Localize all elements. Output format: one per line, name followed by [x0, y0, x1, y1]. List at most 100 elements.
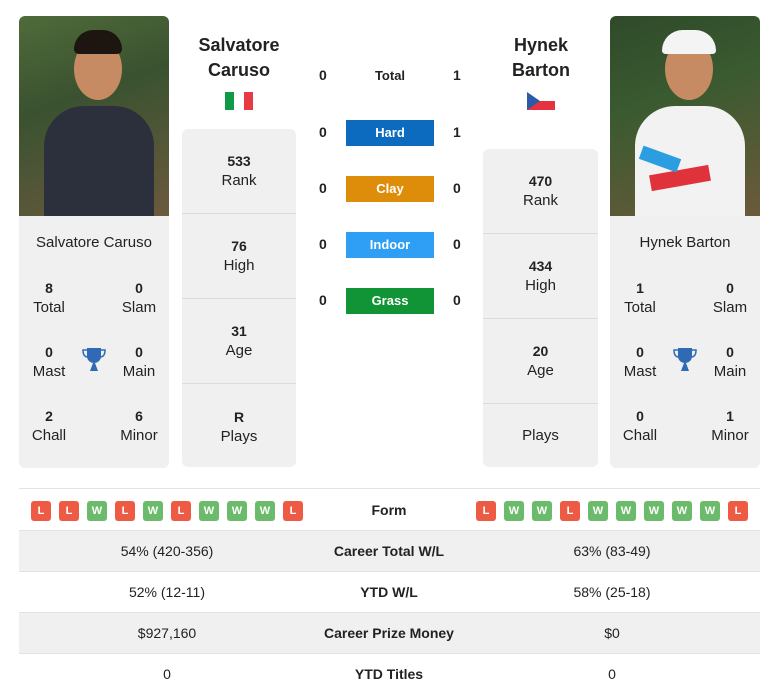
trophy-icon [82, 348, 106, 371]
h2h-total-row: 0 Total 1 [310, 63, 470, 89]
player2-rank-value: 470 [528, 173, 553, 189]
plays-label: Plays [522, 426, 559, 444]
h2h-right-value: 0 [453, 292, 461, 308]
stat-label: YTD W/L [360, 584, 418, 600]
rank-label: Rank [522, 192, 559, 209]
italy-flag-icon [225, 92, 253, 110]
form-loss-badge[interactable]: L [59, 501, 79, 521]
trophy-icon [673, 348, 697, 371]
h2h-right-value: 1 [453, 124, 461, 140]
player1-age: 31 Age [182, 299, 296, 384]
player2-first-name: Hynek [513, 35, 569, 55]
rank-label: Rank [221, 172, 257, 189]
age-label: Age [527, 362, 554, 379]
stat-right-value: $0 [604, 625, 620, 641]
form-win-badge[interactable]: W [87, 501, 107, 521]
player1-high: 76 High [182, 214, 296, 299]
player2-high-value: 434 [528, 258, 553, 274]
player1-plays: R Plays [182, 384, 296, 469]
player1-name-heading[interactable]: Salvatore Caruso [179, 33, 299, 83]
player1-age-value: 31 [231, 323, 247, 339]
player1-rank-value: 533 [227, 153, 251, 169]
stat-row-ytd-titles: 0 YTD Titles 0 [19, 653, 760, 694]
form-loss-badge[interactable]: L [31, 501, 51, 521]
player2-titles-card: Hynek Barton 1 Total 0 Slam 0 Mast 0 Main 0C… [610, 216, 760, 468]
stat-right-value: 63% (83-49) [573, 543, 651, 559]
surface-badge-clay[interactable]: Clay [346, 176, 434, 202]
stat-row-prize-money: $927,160 Career Prize Money $0 [19, 612, 760, 653]
h2h-left-value: 0 [319, 67, 327, 83]
high-label: High [223, 257, 255, 274]
form-win-badge[interactable]: W [255, 501, 275, 521]
player2-high: 434 High [483, 234, 598, 319]
surface-badge-grass[interactable]: Grass [346, 288, 434, 314]
h2h-clay-row: 0 Clay 0 [310, 176, 470, 202]
high-label: High [525, 277, 556, 294]
player2-age-value: 20 [532, 343, 549, 359]
player2-form-badges: LWWLWWWWWL [476, 501, 748, 521]
player1-titles-main: 0 Main [122, 344, 156, 380]
player1-last-name: Caruso [207, 60, 270, 80]
form-win-badge[interactable]: W [227, 501, 247, 521]
stat-label: YTD Titles [354, 666, 424, 682]
stat-left-value: 0 [163, 666, 171, 682]
player1-form-badges: LLWLWLWWWL [31, 501, 303, 521]
player2-info-card: 470 Rank 434 High 20 Age Plays [483, 149, 598, 467]
czech-flag-icon [527, 92, 555, 110]
form-win-badge[interactable]: W [199, 501, 219, 521]
h2h-left-value: 0 [319, 124, 327, 140]
player2-titles-chall: 0 Chall [622, 408, 658, 444]
form-row: LLWLWLWWWL Form LWWLWWWWWL [19, 488, 760, 530]
h2h-left-value: 0 [319, 292, 327, 308]
player1-name-label: Salvatore Caruso [36, 234, 152, 251]
player2-titles-minor: 1 Minor [711, 408, 749, 444]
form-win-badge[interactable]: W [532, 501, 552, 521]
h2h-indoor-row: 0 Indoor 0 [310, 232, 470, 258]
player2-titles-mast: 0 Mast [623, 344, 657, 380]
stat-label: Career Total W/L [333, 543, 445, 559]
form-loss-badge[interactable]: L [171, 501, 191, 521]
form-loss-badge[interactable]: L [115, 501, 135, 521]
player2-age: 20 Age [483, 319, 598, 404]
stat-row-career-total: 54% (420-356) Career Total W/L 63% (83-4… [19, 530, 760, 571]
form-win-badge[interactable]: W [143, 501, 163, 521]
stat-left-value: 52% (12-11) [128, 584, 205, 600]
form-win-badge[interactable]: W [588, 501, 608, 521]
h2h-right-value: 1 [453, 67, 461, 83]
stat-left-value: $927,160 [137, 625, 197, 641]
stat-left-value: 54% (420-356) [120, 543, 214, 559]
player2-titles-main: 0 Main [713, 344, 747, 380]
player1-rank: 533 Rank [182, 129, 296, 214]
age-label: Age [225, 342, 253, 359]
player2-last-name: Barton [512, 60, 570, 80]
player1-titles-chall: 2 Chall [31, 408, 67, 444]
form-loss-badge[interactable]: L [283, 501, 303, 521]
player1-info-card: 533 Rank 76 High 31 Age R Plays [182, 129, 296, 467]
form-win-badge[interactable]: W [700, 501, 720, 521]
player1-plays-value: R [233, 408, 245, 425]
player1-titles-slam: 0 Slam [121, 280, 157, 316]
h2h-hard-row: 0 Hard 1 [310, 120, 470, 146]
form-win-badge[interactable]: W [504, 501, 524, 521]
form-win-badge[interactable]: W [644, 501, 664, 521]
stat-row-ytd-wl: 52% (12-11) YTD W/L 58% (25-18) [19, 571, 760, 612]
h2h-grass-row: 0 Grass 0 [310, 288, 470, 314]
stat-right-value: 58% (25-18) [573, 584, 651, 600]
form-loss-badge[interactable]: L [476, 501, 496, 521]
player2-plays: Plays [483, 404, 598, 467]
form-label: Form [371, 502, 407, 518]
player1-first-name: Salvatore [198, 35, 280, 55]
player1-titles-card: Salvatore Caruso 8 Total 0 Slam 0 Mast 0 Mai… [19, 216, 169, 468]
form-loss-badge[interactable]: L [560, 501, 580, 521]
stat-label: Career Prize Money [324, 625, 454, 641]
h2h-left-value: 0 [319, 180, 327, 196]
surface-badge-hard[interactable]: Hard [346, 120, 434, 146]
player2-name-heading[interactable]: Hynek Barton [481, 33, 601, 83]
h2h-right-value: 0 [453, 180, 461, 196]
plays-label: Plays [220, 427, 258, 445]
form-win-badge[interactable]: W [672, 501, 692, 521]
surface-badge-indoor[interactable]: Indoor [346, 232, 434, 258]
player2-titles-total: 1 Total [624, 280, 656, 316]
form-loss-badge[interactable]: L [728, 501, 748, 521]
form-win-badge[interactable]: W [616, 501, 636, 521]
